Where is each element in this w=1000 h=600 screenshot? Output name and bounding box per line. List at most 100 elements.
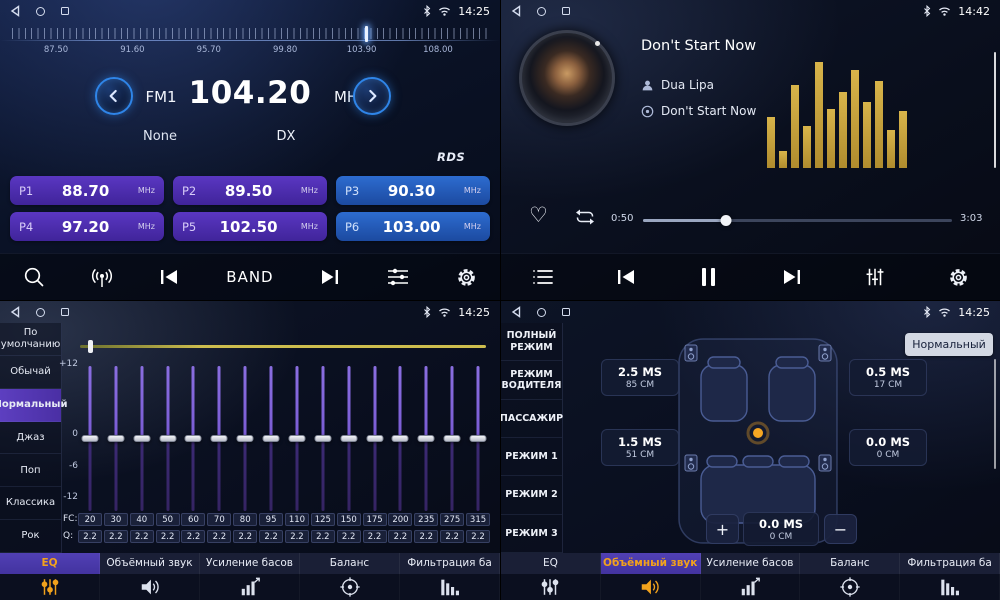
eq-slider-knob[interactable] (107, 435, 124, 442)
settings-button[interactable] (449, 260, 483, 294)
delay-increase-button[interactable]: + (706, 514, 739, 544)
preset-button-p6[interactable]: P6103.00MHz (336, 212, 490, 241)
eq-slider-knob[interactable] (159, 435, 176, 442)
preset-button-p2[interactable]: P289.50MHz (173, 176, 327, 205)
recents-icon[interactable] (61, 7, 69, 15)
eq-slider-knob[interactable] (314, 435, 331, 442)
preset-button-p4[interactable]: P497.20MHz (10, 212, 164, 241)
eq-slider-knob[interactable] (418, 435, 435, 442)
home-icon[interactable] (36, 308, 45, 317)
progress-knob[interactable] (721, 215, 732, 226)
mode-item-4[interactable]: РЕЖИМ 1 (501, 438, 562, 476)
audio-adjust-button[interactable] (381, 260, 415, 294)
sound-profile-button[interactable]: Нормальный (905, 333, 993, 356)
previous-track-button[interactable] (609, 260, 643, 294)
back-icon[interactable] (511, 306, 521, 318)
eq-band-slider[interactable] (158, 366, 178, 511)
sound-tab-4[interactable]: Баланс (300, 553, 400, 600)
progress-bar[interactable] (643, 219, 952, 222)
recents-icon[interactable] (562, 7, 570, 15)
eq-band-slider[interactable] (132, 366, 152, 511)
recents-icon[interactable] (562, 308, 570, 316)
home-icon[interactable] (537, 7, 546, 16)
eq-band-slider[interactable] (80, 366, 100, 511)
master-level-slider[interactable] (80, 345, 486, 348)
next-track-button[interactable] (775, 260, 809, 294)
eq-slider-knob[interactable] (133, 435, 150, 442)
eq-band-slider[interactable] (442, 366, 462, 511)
back-icon[interactable] (10, 5, 20, 17)
eq-slider-knob[interactable] (288, 435, 305, 442)
preset-button-p1[interactable]: P188.70MHz (10, 176, 164, 205)
sound-tab-2[interactable]: Объёмный звук (100, 553, 200, 600)
eq-slider-knob[interactable] (340, 435, 357, 442)
tune-up-button[interactable] (353, 77, 391, 115)
back-icon[interactable] (511, 5, 521, 17)
rear-right-delay[interactable]: 0.0 MS 0 CM (849, 429, 927, 466)
search-stations-button[interactable] (17, 260, 51, 294)
album-art[interactable] (519, 30, 615, 126)
back-icon[interactable] (10, 306, 20, 318)
eq-slider-knob[interactable] (237, 435, 254, 442)
front-right-delay[interactable]: 0.5 MS 17 CM (849, 359, 927, 396)
master-level-knob[interactable] (88, 340, 93, 353)
repeat-button[interactable] (573, 208, 597, 230)
eq-band-slider[interactable] (209, 366, 229, 511)
eq-slider-knob[interactable] (444, 435, 461, 442)
pause-button[interactable] (692, 260, 726, 294)
home-icon[interactable] (36, 7, 45, 16)
eq-slider-knob[interactable] (263, 435, 280, 442)
eq-band-slider[interactable] (287, 366, 307, 511)
rear-left-delay[interactable]: 1.5 MS 51 CM (601, 429, 679, 466)
eq-band-slider[interactable] (365, 366, 385, 511)
eq-band-slider[interactable] (261, 366, 281, 511)
band-button[interactable]: BAND (220, 260, 279, 294)
preset-button-p5[interactable]: P5102.50MHz (173, 212, 327, 241)
eq-band-slider[interactable] (390, 366, 410, 511)
eq-band-slider[interactable] (106, 366, 126, 511)
sound-tab-4[interactable]: Баланс (800, 553, 900, 600)
ruler-pointer[interactable] (365, 26, 368, 42)
preset-button-p3[interactable]: P390.30MHz (336, 176, 490, 205)
sound-tab-5[interactable]: Фильтрация ба (400, 553, 500, 600)
mode-item-1[interactable]: ПОЛНЫЙ РЕЖИМ (501, 323, 562, 361)
home-icon[interactable] (537, 308, 546, 317)
queue-list-button[interactable] (526, 260, 560, 294)
eq-band-slider[interactable] (339, 366, 359, 511)
sound-tab-3[interactable]: Усиление басов (701, 553, 801, 600)
previous-station-button[interactable] (152, 260, 186, 294)
next-station-button[interactable] (313, 260, 347, 294)
settings-button[interactable] (941, 260, 975, 294)
eq-slider-knob[interactable] (366, 435, 383, 442)
eq-slider-knob[interactable] (185, 435, 202, 442)
mode-item-6[interactable]: РЕЖИМ 3 (501, 515, 562, 553)
status-tray: 14:42 (923, 5, 990, 18)
sound-tab-2[interactable]: Объёмный звук (601, 553, 701, 600)
eq-slider-knob[interactable] (392, 435, 409, 442)
sound-tab-1[interactable]: EQ (0, 553, 100, 600)
sound-tab-1[interactable]: EQ (501, 553, 601, 600)
eq-band-slider[interactable] (468, 366, 488, 511)
eq-preset-item[interactable]: По умолчанию (0, 323, 61, 356)
broadcast-scan-button[interactable] (85, 260, 119, 294)
eq-slider-knob[interactable] (211, 435, 228, 442)
delay-decrease-button[interactable]: − (824, 514, 857, 544)
eq-band-slider[interactable] (313, 366, 333, 511)
frequency-ruler[interactable]: 87.50 91.60 95.70 99.80 103.90 108.00 (0, 26, 500, 62)
front-left-delay[interactable]: 2.5 MS 85 CM (601, 359, 679, 396)
favorite-button[interactable]: ♡ (529, 203, 548, 227)
eq-slider-knob[interactable] (82, 435, 99, 442)
eq-band-slider[interactable] (183, 366, 203, 511)
equalizer-button[interactable] (858, 260, 892, 294)
tune-down-button[interactable] (95, 77, 133, 115)
mode-item-5[interactable]: РЕЖИМ 2 (501, 476, 562, 514)
skip-back-icon (158, 268, 180, 286)
mode-item-3[interactable]: ПАССАЖИР (501, 400, 562, 438)
mode-item-2[interactable]: РЕЖИМ ВОДИТЕЛЯ (501, 361, 562, 399)
eq-band-slider[interactable] (235, 366, 255, 511)
eq-slider-knob[interactable] (470, 435, 487, 442)
eq-band-slider[interactable] (416, 366, 436, 511)
recents-icon[interactable] (61, 308, 69, 316)
sound-tab-3[interactable]: Усиление басов (200, 553, 300, 600)
sound-tab-5[interactable]: Фильтрация ба (900, 553, 1000, 600)
